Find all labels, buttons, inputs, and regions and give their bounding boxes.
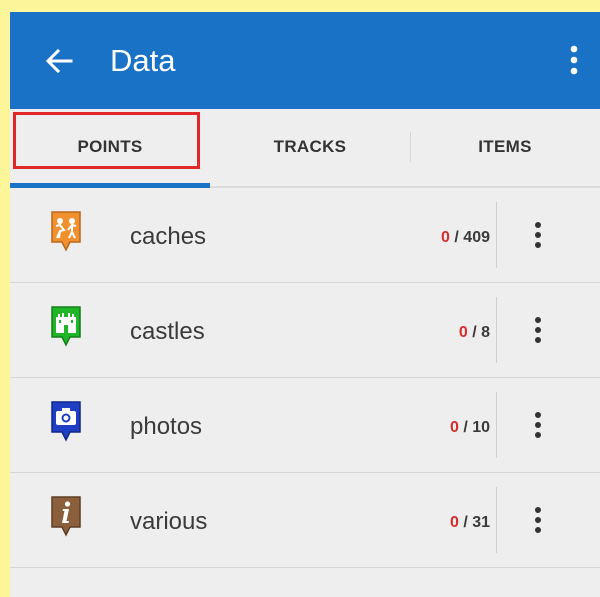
tab-tracks-label: TRACKS — [273, 136, 347, 156]
caches-pin-icon — [51, 211, 81, 252]
folder-menu-button[interactable] — [520, 405, 556, 445]
tab-bar: POINTS TRACKS ITEMS — [10, 109, 600, 188]
visible-count: 0 — [449, 514, 459, 531]
castle-pin-icon — [51, 306, 81, 347]
more-vert-icon — [535, 507, 541, 533]
point-count: 0 / 8 — [459, 323, 490, 343]
row-divider — [496, 202, 497, 268]
row-divider — [496, 297, 497, 363]
app-screen: Data POINTS TRACKS ITEMS caches 0 / 409 … — [10, 12, 600, 597]
back-button[interactable] — [42, 44, 76, 78]
more-vert-icon — [535, 222, 541, 248]
tab-items-label: ITEMS — [478, 136, 532, 156]
total-count: / 10 — [463, 419, 490, 436]
folder-menu-button[interactable] — [520, 500, 556, 540]
page-title: Data — [110, 43, 176, 78]
folder-menu-button[interactable] — [520, 310, 556, 350]
point-count: 0 / 31 — [450, 513, 490, 533]
folder-name: various — [130, 508, 208, 535]
folder-list: caches 0 / 409 castles 0 / 8 photos 0 / … — [10, 188, 600, 568]
point-count: 0 / 409 — [441, 228, 490, 248]
tab-tracks[interactable]: TRACKS — [210, 109, 410, 184]
camera-pin-icon — [51, 401, 81, 442]
app-bar: Data — [10, 12, 600, 109]
list-item[interactable]: photos 0 / 10 — [10, 378, 600, 473]
folder-name: caches — [130, 223, 207, 250]
list-item[interactable]: caches 0 / 409 — [10, 188, 600, 283]
visible-count: 0 — [441, 229, 450, 246]
more-vert-icon — [535, 412, 541, 438]
list-item[interactable]: various 0 / 31 — [10, 473, 600, 568]
folder-name: castles — [130, 318, 205, 345]
more-vert-icon — [570, 45, 578, 75]
overflow-menu-button[interactable] — [556, 40, 592, 80]
folder-menu-button[interactable] — [520, 215, 556, 255]
row-divider — [496, 487, 497, 553]
point-count: 0 / 10 — [450, 418, 490, 438]
tab-items[interactable]: ITEMS — [410, 109, 600, 184]
folder-name: photos — [130, 413, 203, 440]
total-count: / 409 — [454, 229, 490, 246]
arrow-left-icon — [45, 48, 73, 74]
info-pin-icon — [51, 496, 81, 537]
total-count: / 31 — [463, 514, 490, 531]
highlight-annotation-box — [13, 112, 200, 169]
visible-count: 0 — [458, 324, 468, 341]
visible-count: 0 — [449, 419, 459, 436]
list-item[interactable]: castles 0 / 8 — [10, 283, 600, 378]
total-count: / 8 — [472, 324, 490, 341]
more-vert-icon — [535, 317, 541, 343]
row-divider — [496, 392, 497, 458]
